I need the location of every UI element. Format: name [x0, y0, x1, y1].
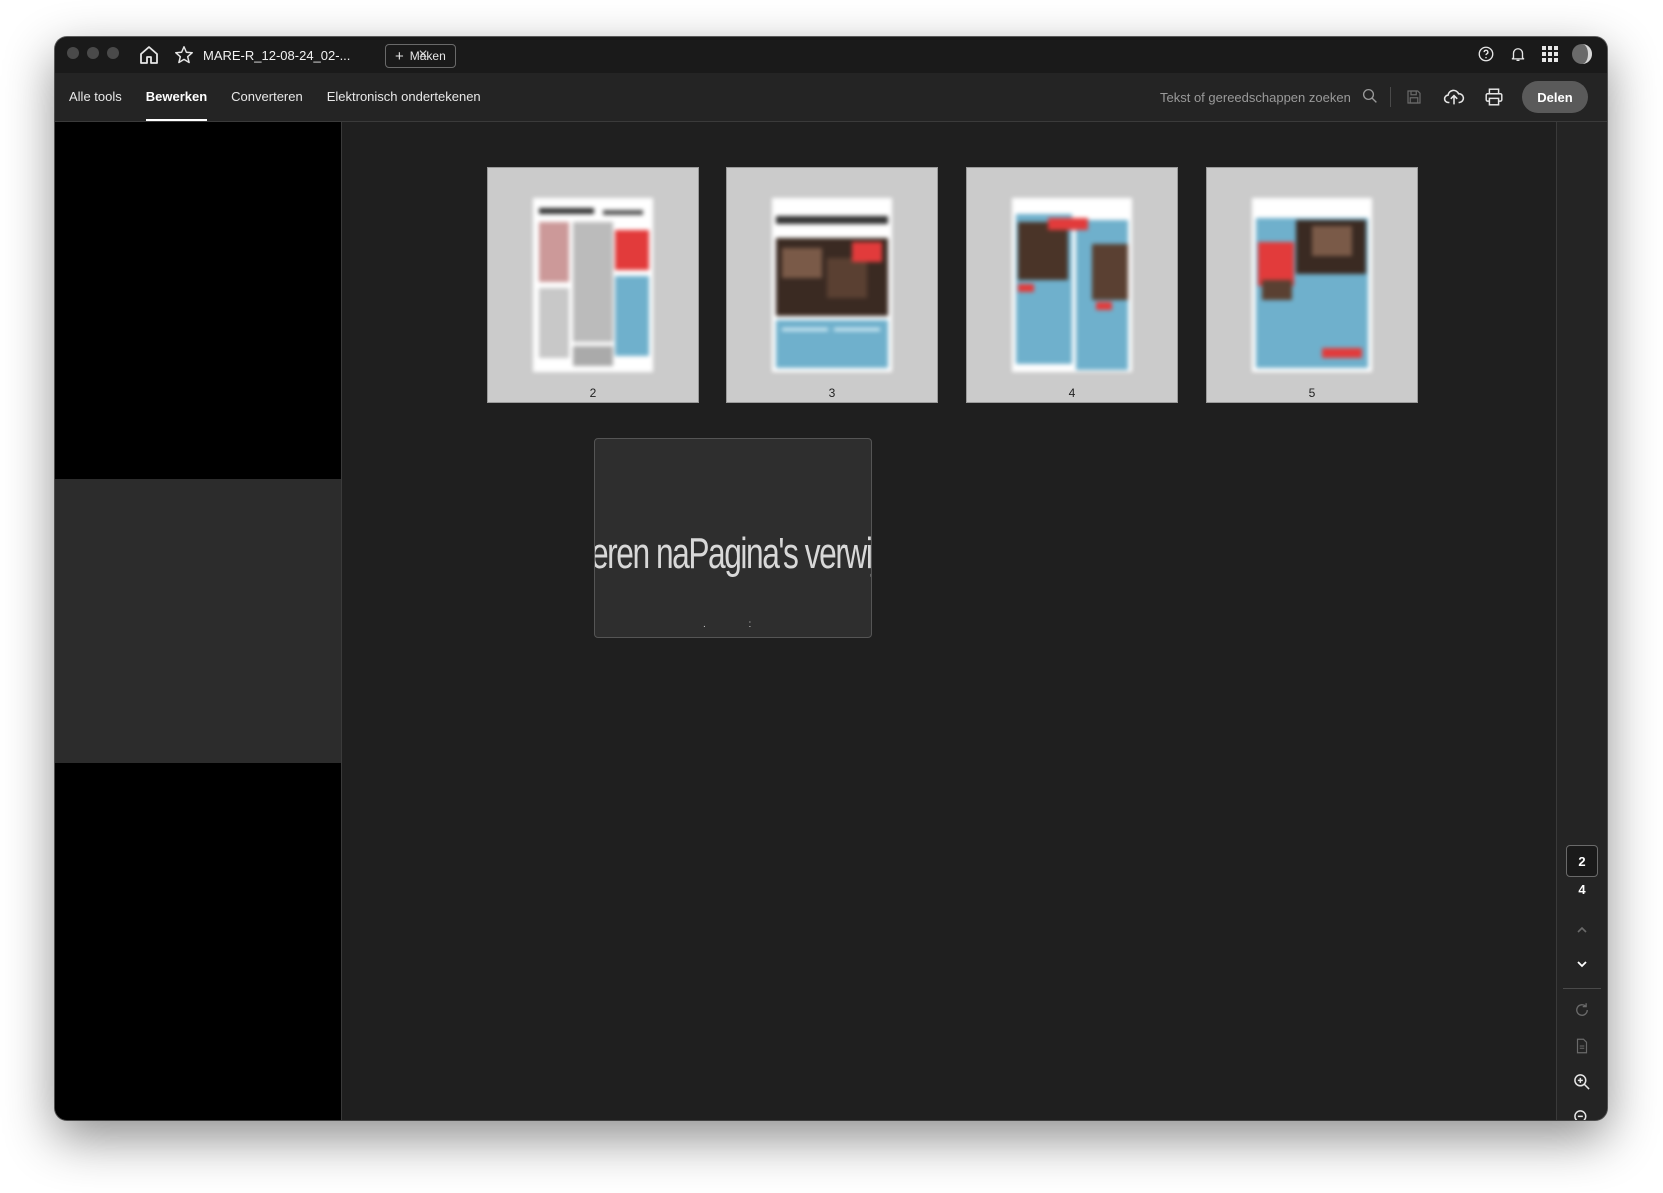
toolbar-divider — [1390, 87, 1391, 107]
search-input[interactable]: Tekst of gereedschappen zoeken — [1160, 73, 1379, 121]
current-page-input[interactable]: 2 — [1566, 845, 1598, 877]
search-icon[interactable] — [1361, 87, 1379, 108]
app-window: MARE-R_12-08-24_02-... × + Maken Alle to… — [55, 37, 1607, 1120]
cloud-upload-icon[interactable] — [1442, 85, 1466, 109]
page-number: 2 — [589, 386, 597, 400]
left-panel-preview — [55, 479, 341, 763]
page-icon[interactable] — [1570, 1034, 1594, 1058]
save-icon[interactable] — [1402, 85, 1426, 109]
avatar-icon[interactable] — [1571, 43, 1593, 65]
total-pages: 4 — [1578, 882, 1586, 897]
zoom-in-icon[interactable] — [1570, 1070, 1594, 1094]
page-number: 5 — [1308, 386, 1316, 400]
page-thumbnail[interactable]: 5 — [1206, 167, 1418, 403]
main-toolbar: Alle tools Bewerken Converteren Elektron… — [55, 73, 1607, 122]
search-placeholder: Tekst of gereedschappen zoeken — [1160, 89, 1351, 105]
popup-text: eren naPagina's verwijde — [594, 529, 872, 578]
page-thumbnail[interactable]: 4 — [966, 167, 1178, 403]
page-preview — [1252, 198, 1372, 372]
page-number: 4 — [1068, 386, 1076, 400]
chevron-up-icon[interactable] — [1570, 918, 1594, 942]
left-panel — [55, 122, 342, 1120]
title-bar: MARE-R_12-08-24_02-... × + Maken — [55, 37, 1607, 74]
page-preview — [1012, 198, 1132, 372]
menu-item-e-sign[interactable]: Elektronisch ondertekenen — [327, 73, 481, 121]
share-button[interactable]: Delen — [1522, 81, 1588, 113]
drag-preview-popup: eren naPagina's verwijde . : — [594, 438, 872, 638]
page-preview — [533, 198, 653, 372]
menu-item-all-tools[interactable]: Alle tools — [69, 73, 122, 121]
rail-divider — [1563, 988, 1601, 989]
page-thumbnail[interactable]: 2 — [487, 167, 699, 403]
bell-icon[interactable] — [1507, 43, 1529, 65]
create-button-label: Maken — [409, 49, 446, 63]
menu-bar: Alle tools Bewerken Converteren Elektron… — [69, 73, 481, 121]
menu-item-edit[interactable]: Bewerken — [145, 73, 208, 121]
menu-item-convert[interactable]: Converteren — [231, 73, 303, 121]
apps-grid-icon[interactable] — [1539, 43, 1561, 65]
zoom-window-button[interactable] — [107, 47, 119, 59]
minimize-window-button[interactable] — [87, 47, 99, 59]
right-rail: 2 4 — [1556, 122, 1607, 1120]
tab-title: MARE-R_12-08-24_02-... — [203, 47, 351, 63]
close-window-button[interactable] — [67, 47, 79, 59]
chevron-down-icon[interactable] — [1570, 952, 1594, 976]
print-icon[interactable] — [1482, 85, 1506, 109]
rotate-icon[interactable] — [1570, 998, 1594, 1022]
star-icon[interactable] — [173, 44, 195, 66]
page-number: 3 — [828, 386, 836, 400]
page-preview — [772, 198, 892, 372]
page-organizer: 2 3 4 5 eren naPagina's verwi .: — [342, 122, 1556, 1120]
home-icon[interactable] — [137, 43, 161, 67]
page-thumbnail[interactable]: 3 — [726, 167, 938, 403]
help-icon[interactable] — [1475, 43, 1497, 65]
zoom-out-icon[interactable] — [1570, 1106, 1594, 1120]
popup-dots: . : — [703, 619, 772, 630]
create-button[interactable]: + Maken — [385, 44, 456, 68]
plus-icon: + — [395, 47, 404, 65]
